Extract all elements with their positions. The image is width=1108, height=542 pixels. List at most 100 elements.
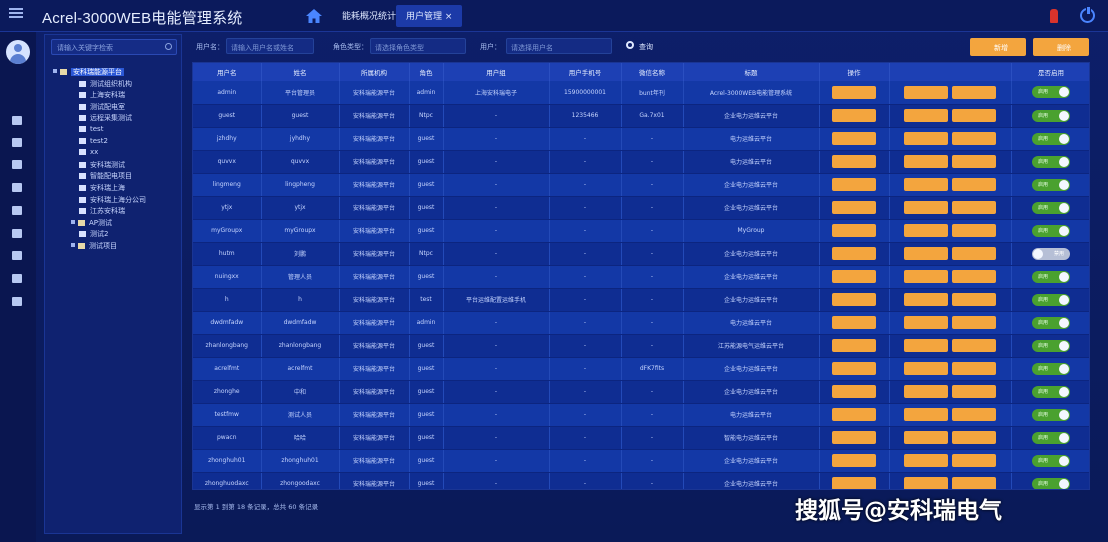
enabled-toggle[interactable]: 启用 bbox=[1032, 477, 1070, 489]
permission-button[interactable] bbox=[952, 454, 996, 467]
enabled-toggle[interactable]: 启用 bbox=[1032, 224, 1070, 237]
avatar[interactable] bbox=[6, 40, 30, 64]
edit-button[interactable] bbox=[832, 316, 876, 329]
edit-button[interactable] bbox=[832, 431, 876, 444]
edit-button[interactable] bbox=[832, 270, 876, 283]
tree-item[interactable]: 上海安科瑞 bbox=[79, 90, 125, 100]
reset-password-button[interactable] bbox=[904, 155, 948, 168]
permission-button[interactable] bbox=[952, 247, 996, 260]
reset-password-button[interactable] bbox=[904, 454, 948, 467]
table-row[interactable]: zhanlongbang zhanlongbang 安科瑞能源平台 guest - - - 江… bbox=[193, 334, 1089, 358]
table-row[interactable]: ytjx ytjx 安科瑞能源平台 guest - - - 企业电力运维云平台 启用 bbox=[193, 196, 1089, 220]
table-row[interactable]: lingmeng lingpheng 安科瑞能源平台 guest - - - 企业电力运维云平… bbox=[193, 173, 1089, 197]
edit-button[interactable] bbox=[832, 339, 876, 352]
edit-button[interactable] bbox=[832, 247, 876, 260]
permission-button[interactable] bbox=[952, 477, 996, 489]
edit-icon[interactable] bbox=[12, 274, 22, 283]
reset-password-button[interactable] bbox=[904, 477, 948, 489]
reset-password-button[interactable] bbox=[904, 293, 948, 306]
edit-button[interactable] bbox=[832, 385, 876, 398]
tree-item[interactable]: test bbox=[79, 125, 103, 135]
menu-icon[interactable] bbox=[9, 6, 23, 20]
edit-button[interactable] bbox=[832, 155, 876, 168]
trophy-icon[interactable] bbox=[12, 251, 22, 260]
bar-chart-icon[interactable] bbox=[12, 183, 22, 192]
reset-password-button[interactable] bbox=[904, 316, 948, 329]
reset-password-button[interactable] bbox=[904, 85, 948, 99]
gear-icon[interactable] bbox=[12, 138, 22, 147]
edit-button[interactable] bbox=[832, 224, 876, 237]
table-row[interactable]: hutm 刘鹏 安科瑞能源平台 Ntpc - - - 企业电力运维云平台 禁用 bbox=[193, 242, 1089, 266]
permission-button[interactable] bbox=[952, 339, 996, 352]
tools-icon[interactable] bbox=[12, 297, 22, 306]
enabled-toggle[interactable]: 启用 bbox=[1032, 132, 1070, 145]
tree-item[interactable]: AP测试 bbox=[71, 218, 112, 228]
enabled-toggle[interactable]: 启用 bbox=[1032, 178, 1070, 191]
delete-button[interactable]: 删除 bbox=[1033, 38, 1089, 56]
permission-button[interactable] bbox=[952, 270, 996, 283]
expand-arrow-icon[interactable] bbox=[53, 69, 57, 73]
edit-button[interactable] bbox=[832, 85, 876, 99]
enabled-toggle[interactable]: 启用 bbox=[1032, 155, 1070, 168]
permission-button[interactable] bbox=[952, 224, 996, 237]
permission-button[interactable] bbox=[952, 408, 996, 421]
enabled-toggle[interactable]: 启用 bbox=[1032, 293, 1070, 306]
permission-button[interactable] bbox=[952, 293, 996, 306]
edit-button[interactable] bbox=[832, 132, 876, 145]
tree-item[interactable]: test2 bbox=[79, 137, 108, 147]
reset-password-button[interactable] bbox=[904, 408, 948, 421]
table-row[interactable]: h h 安科瑞能源平台 test 平台运维配置运维手机 - - 企业电力运维云平台 启用 bbox=[193, 288, 1089, 312]
tree-item[interactable]: 测试项目 bbox=[71, 241, 117, 251]
reset-password-button[interactable] bbox=[904, 362, 948, 375]
enabled-toggle[interactable]: 启用 bbox=[1032, 431, 1070, 444]
table-row[interactable]: zhonghuodaxc zhongoodaxc 安科瑞能源平台 guest - - - 企业… bbox=[193, 472, 1089, 489]
tab-user-management[interactable]: 用户管理 × bbox=[396, 5, 463, 27]
enabled-toggle[interactable]: 启用 bbox=[1032, 316, 1070, 329]
reset-password-button[interactable] bbox=[904, 201, 948, 214]
tree-item[interactable]: 安科瑞能源平台 bbox=[53, 67, 124, 77]
edit-button[interactable] bbox=[832, 362, 876, 375]
expand-arrow-icon[interactable] bbox=[71, 243, 75, 247]
power-icon[interactable] bbox=[1080, 6, 1095, 23]
enabled-toggle[interactable]: 启用 bbox=[1032, 201, 1070, 214]
table-row[interactable]: testfmw 测试人员 安科瑞能源平台 guest - - - 电力运维云平台 启用 bbox=[193, 403, 1089, 427]
reset-password-button[interactable] bbox=[904, 431, 948, 444]
search-icon[interactable] bbox=[165, 43, 172, 50]
tree-item[interactable]: 安科瑞测试 bbox=[79, 160, 125, 170]
permission-button[interactable] bbox=[952, 178, 996, 191]
tree-search-input[interactable]: 请输入关键字检索 bbox=[51, 39, 177, 55]
edit-button[interactable] bbox=[832, 201, 876, 214]
enabled-toggle[interactable]: 启用 bbox=[1032, 408, 1070, 421]
tree-item[interactable]: xx bbox=[79, 148, 98, 158]
enabled-toggle[interactable]: 启用 bbox=[1032, 362, 1070, 375]
permission-button[interactable] bbox=[952, 155, 996, 168]
permission-button[interactable] bbox=[952, 316, 996, 329]
table-row[interactable]: zhonghuh01 zhonghuh01 安科瑞能源平台 guest - - - 企业电力运… bbox=[193, 449, 1089, 473]
permission-button[interactable] bbox=[952, 431, 996, 444]
permission-button[interactable] bbox=[952, 362, 996, 375]
expand-arrow-icon[interactable] bbox=[71, 219, 75, 224]
table-row[interactable]: zhonghe 中和 安科瑞能源平台 guest - - - 企业电力运维云平台 启用 bbox=[193, 380, 1089, 404]
enabled-toggle[interactable]: 启用 bbox=[1032, 270, 1070, 283]
message-icon[interactable] bbox=[12, 116, 22, 125]
role-type-select[interactable]: 请选择角色类型 bbox=[370, 38, 466, 54]
enabled-toggle[interactable]: 启用 bbox=[1032, 454, 1070, 467]
tree-item[interactable]: 智能配电项目 bbox=[79, 171, 132, 181]
tree-item[interactable]: 安科瑞上海 bbox=[79, 183, 125, 193]
user-select[interactable]: 请选择用户名 bbox=[506, 38, 612, 54]
reset-password-button[interactable] bbox=[904, 132, 948, 145]
table-row[interactable]: acrelfmt acrelfmt 安科瑞能源平台 guest - - dFK7fits 企业… bbox=[193, 357, 1089, 381]
table-row[interactable]: dwdmfadw dwdmfadw 安科瑞能源平台 admin - - - 电力运维云平台 启用 bbox=[193, 311, 1089, 335]
table-row[interactable]: pwacn 哈哈 安科瑞能源平台 guest - - - 智能电力运维云平台 启用 bbox=[193, 426, 1089, 450]
tree-item[interactable]: 测试组织机构 bbox=[79, 79, 132, 89]
edit-button[interactable] bbox=[832, 454, 876, 467]
table-row[interactable]: myGroupx myGroupx 安科瑞能源平台 guest - - - MyGroup 启用 bbox=[193, 219, 1089, 243]
enabled-toggle[interactable]: 启用 bbox=[1032, 385, 1070, 398]
table-row[interactable]: admin 平台管理员 安科瑞能源平台 admin 上海安科瑞电子 15900000001… bbox=[193, 81, 1089, 105]
tree-item[interactable]: 测试配电室 bbox=[79, 102, 125, 112]
edit-button[interactable] bbox=[832, 477, 876, 489]
enabled-toggle[interactable]: 启用 bbox=[1032, 86, 1070, 99]
permission-button[interactable] bbox=[952, 85, 996, 99]
permission-button[interactable] bbox=[952, 201, 996, 214]
document-icon[interactable] bbox=[12, 206, 22, 215]
